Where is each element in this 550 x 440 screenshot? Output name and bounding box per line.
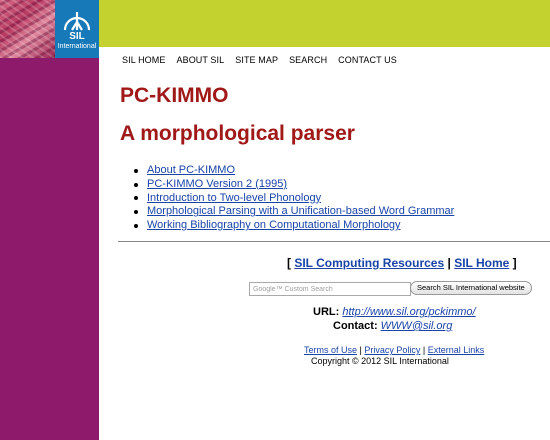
- list-item: PC-KIMMO Version 2 (1995): [134, 178, 454, 192]
- url-link[interactable]: http://www.sil.org/pckimmo/: [342, 306, 475, 318]
- link-sil-computing-resources[interactable]: SIL Computing Resources: [294, 256, 444, 270]
- separator: |: [422, 345, 426, 355]
- url-label: URL:: [313, 306, 340, 318]
- contact-row: Contact: WWW@sil.org: [333, 320, 452, 332]
- nav-contact-us[interactable]: CONTACT US: [338, 55, 397, 65]
- nav-site-map[interactable]: SITE MAP: [235, 55, 278, 65]
- bullet-icon: [134, 168, 138, 173]
- search-input[interactable]: [249, 282, 411, 296]
- link-privacy-policy[interactable]: Privacy Policy: [364, 345, 420, 355]
- nav-search[interactable]: SEARCH: [289, 55, 327, 65]
- copyright-text: Copyright © 2012 SIL International: [311, 356, 449, 366]
- list-item: Introduction to Two-level Phonology: [134, 192, 454, 206]
- bullet-icon: [134, 196, 138, 201]
- topic-link-list: About PC-KIMMO PC-KIMMO Version 2 (1995)…: [134, 164, 454, 233]
- link-bibliography[interactable]: Working Bibliography on Computational Mo…: [147, 219, 401, 233]
- link-external-links[interactable]: External Links: [428, 345, 485, 355]
- list-item: Morphological Parsing with a Unification…: [134, 205, 454, 219]
- link-morphological-parsing[interactable]: Morphological Parsing with a Unification…: [147, 205, 454, 219]
- separator: |: [447, 256, 451, 270]
- top-banner: [99, 0, 550, 47]
- horizontal-divider: [118, 241, 550, 242]
- bullet-icon: [134, 182, 138, 187]
- nav-sil-home[interactable]: SIL HOME: [122, 55, 165, 65]
- logo-name: SIL: [69, 31, 85, 42]
- page-subtitle: A morphological parser: [120, 122, 355, 145]
- url-row: URL: http://www.sil.org/pckimmo/: [313, 306, 476, 318]
- list-item: About PC-KIMMO: [134, 164, 454, 178]
- contact-label: Contact:: [333, 320, 378, 332]
- top-nav: SIL HOME ABOUT SIL SITE MAP SEARCH CONTA…: [122, 55, 397, 65]
- link-two-level-phonology[interactable]: Introduction to Two-level Phonology: [147, 192, 321, 206]
- bracket-close: ]: [512, 256, 517, 270]
- nav-about-sil[interactable]: ABOUT SIL: [176, 55, 224, 65]
- link-sil-home[interactable]: SIL Home: [454, 256, 509, 270]
- contact-email-link[interactable]: WWW@sil.org: [381, 320, 453, 332]
- search-button[interactable]: Search SIL International website: [410, 281, 532, 295]
- separator: |: [359, 345, 362, 355]
- header-fabric-image: [0, 0, 55, 58]
- sil-logo[interactable]: SIL International: [55, 0, 99, 58]
- left-sidebar: [0, 0, 99, 440]
- page-title: PC-KIMMO: [120, 84, 229, 107]
- list-item: Working Bibliography on Computational Mo…: [134, 219, 454, 233]
- bullet-icon: [134, 224, 138, 229]
- resources-links: [ SIL Computing Resources | SIL Home ]: [287, 256, 517, 270]
- link-terms-of-use[interactable]: Terms of Use: [304, 345, 357, 355]
- sil-emblem-icon: [63, 12, 91, 31]
- link-version-2[interactable]: PC-KIMMO Version 2 (1995): [147, 178, 287, 192]
- bullet-icon: [134, 210, 138, 215]
- footer-links: Terms of Use | Privacy Policy | External…: [304, 345, 484, 355]
- bracket-open: [: [287, 256, 291, 270]
- link-about-pc-kimmo[interactable]: About PC-KIMMO: [147, 164, 235, 178]
- logo-subtitle: International: [57, 43, 97, 50]
